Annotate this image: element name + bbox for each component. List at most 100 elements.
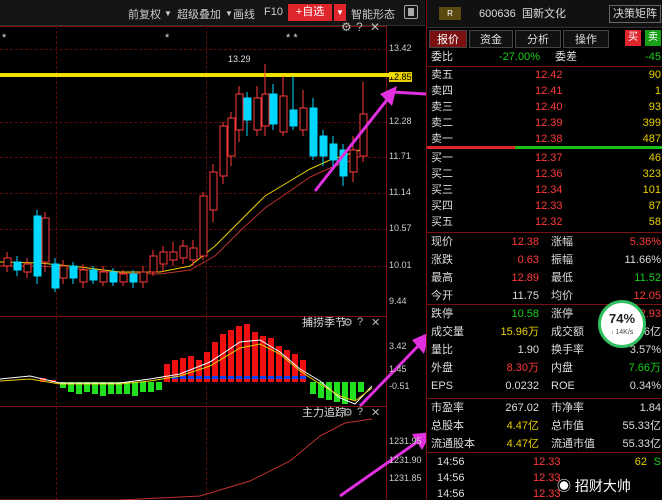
y-tick: 1231.95 (389, 436, 422, 446)
stat-label: 今开 (431, 290, 453, 302)
stat-label: 内盘 (551, 362, 573, 374)
bid-row[interactable]: 买三 12.34 101 (427, 182, 662, 198)
gear-icon[interactable]: ⚙ (343, 316, 353, 329)
bid-row[interactable]: 买四 12.33 87 (427, 198, 662, 214)
bid-label: 买一 (431, 152, 453, 164)
candle (139, 271, 148, 283)
restore-window-icon[interactable] (404, 5, 418, 19)
stat-value: 55.33亿 (622, 438, 661, 450)
candle (269, 93, 278, 125)
y-tick: 1.45 (389, 364, 407, 374)
stat-label: 换手率 (551, 344, 584, 356)
speed-gauge: 74% ↓ 14K/s (598, 300, 646, 348)
ask-volume: 1 (654, 85, 661, 97)
candle (227, 117, 236, 157)
ask-price: 12.42 (535, 69, 563, 81)
candle (319, 135, 328, 157)
candle (69, 265, 78, 279)
candle (3, 257, 12, 267)
bid-label: 买五 (431, 216, 453, 228)
f10-button[interactable]: F10 (264, 6, 283, 18)
stat-label: 均价 (551, 290, 573, 302)
ask-label: 卖四 (431, 85, 453, 97)
candle (279, 95, 288, 133)
tab-quote[interactable]: 报价 (429, 30, 467, 48)
stat-value: 1.90 (517, 344, 539, 356)
buy-button[interactable]: 买 (625, 30, 641, 46)
draw-line-button[interactable]: 画线 (233, 6, 255, 22)
candle (179, 245, 188, 259)
indicator2-panel[interactable] (0, 406, 386, 500)
speed-rate: ↓ 14K/s (610, 329, 634, 336)
indicator2-title: 主力追踪 (302, 407, 346, 419)
sell-button[interactable]: 卖 (645, 30, 661, 46)
ask-label: 卖五 (431, 69, 453, 81)
bid-row[interactable]: 买一 12.37 46 (427, 150, 662, 166)
ask-row[interactable]: 卖五 12.42 90 (427, 67, 662, 83)
speed-percent: 74% (608, 311, 636, 326)
stat-label: ROE (551, 380, 575, 392)
candle (199, 195, 208, 257)
stat-label: 现价 (431, 236, 453, 248)
tab-analysis[interactable]: 分析 (515, 30, 561, 48)
add-watchlist-button[interactable]: +自选 (288, 4, 332, 21)
stock-terminal: 前复权 ▼ 超级叠加 ▼ 画线 F10 +自选 ▼ 智能形态 * * * * ⚙… (0, 0, 662, 500)
stat-label: 跌停 (431, 308, 453, 320)
candle (219, 125, 228, 177)
ask-row[interactable]: 卖二 12.39 399 (427, 115, 662, 131)
stat-value: 1.84 (639, 402, 661, 414)
stat-value: 0.0232 (505, 380, 539, 392)
decision-matrix-button[interactable]: 决策矩阵 (609, 5, 661, 23)
tick-volume: 62 (634, 456, 647, 468)
ask-volume: 93 (648, 101, 661, 113)
stat-label: 涨停 (551, 308, 573, 320)
close-icon[interactable]: ✕ (371, 316, 380, 329)
stat-value: 4.47亿 (506, 420, 539, 432)
stat-row: 总股本 4.47亿 总市值 55.33亿 (427, 418, 662, 434)
stat-value: 11.75 (512, 290, 539, 302)
chevron-down-icon[interactable]: ▼ (334, 4, 346, 21)
candle (289, 109, 298, 127)
candle (243, 97, 252, 121)
tab-funds[interactable]: 资金 (469, 30, 513, 48)
bid-row[interactable]: 买五 12.32 58 (427, 214, 662, 230)
stat-label: 成交量 (431, 326, 464, 338)
tick-time: 14:56 (437, 488, 465, 500)
stat-value: 12.05 (633, 290, 661, 302)
ask-price: 12.40 (535, 101, 563, 113)
candle (119, 273, 128, 283)
stat-label: 量比 (431, 344, 453, 356)
ask-row[interactable]: 卖四 12.41 1 (427, 83, 662, 99)
adjust-menu[interactable]: 前复权 (128, 6, 161, 22)
chevron-down-icon[interactable]: ▼ (225, 9, 233, 18)
help-icon[interactable]: ? (357, 316, 363, 328)
gear-icon[interactable]: ⚙ (343, 406, 353, 419)
stat-label: 涨幅 (551, 236, 573, 248)
y-tick: -0.51 (389, 381, 410, 391)
chevron-down-icon[interactable]: ▼ (164, 9, 172, 18)
tab-operation[interactable]: 操作 (563, 30, 609, 48)
help-icon[interactable]: ? (357, 406, 363, 418)
candle (33, 215, 42, 277)
candle (51, 263, 60, 289)
ask-price: 12.41 (535, 85, 563, 97)
stat-row: 最高 12.89 最低 11.52 (427, 270, 662, 286)
stat-row: 现价 12.38 涨幅 5.36% (427, 234, 662, 250)
ask-row[interactable]: 卖三 12.40 93 (427, 99, 662, 115)
close-icon[interactable]: ✕ (371, 406, 380, 419)
y-tick: 3.42 (389, 341, 407, 351)
y-tick: 1231.85 (389, 473, 422, 483)
bid-price: 12.36 (535, 168, 563, 180)
stat-value: 0.63 (517, 254, 539, 266)
stat-label: 流通市值 (551, 438, 595, 450)
bid-volume: 58 (648, 216, 661, 228)
bid-row[interactable]: 买二 12.36 323 (427, 166, 662, 182)
overlay-menu[interactable]: 超级叠加 (177, 6, 221, 22)
ask-row[interactable]: 卖一 12.38 487 (427, 131, 662, 147)
ask-label: 卖三 (431, 101, 453, 113)
watermark: ◉ 招财大帅 (557, 478, 631, 494)
stat-row: 市盈率 267.02 市净率 1.84 (427, 400, 662, 416)
candle (23, 263, 32, 273)
bid-label: 买三 (431, 184, 453, 196)
stat-value: 55.33亿 (622, 420, 661, 432)
